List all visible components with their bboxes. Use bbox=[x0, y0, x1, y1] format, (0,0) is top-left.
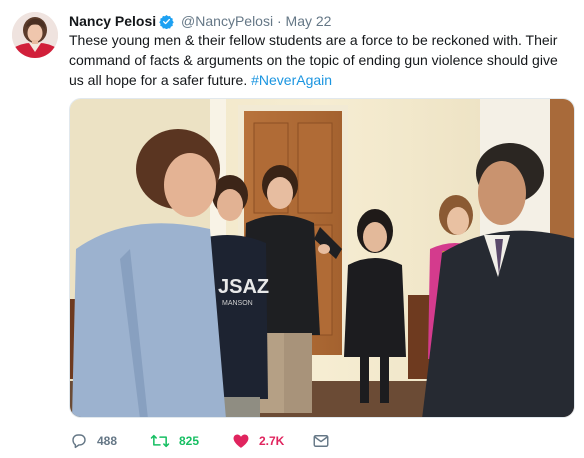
avatar-image bbox=[12, 12, 58, 58]
shirt-print-small: MANSON bbox=[222, 300, 253, 307]
tweet-text-fragment: us all hope for a safer future. bbox=[69, 72, 248, 88]
retweet-count: 825 bbox=[179, 434, 200, 448]
tweet-text: These young men & their fellow students … bbox=[69, 30, 577, 90]
photo-scene: JSAZ MANSON bbox=[70, 99, 574, 417]
tweet-date[interactable]: May 22 bbox=[286, 13, 332, 29]
like-count: 2.7K bbox=[259, 434, 285, 448]
tweet-text-line: These young men & their fellow students … bbox=[69, 32, 558, 48]
header-separator: · bbox=[276, 13, 282, 29]
avatar[interactable] bbox=[12, 12, 58, 58]
heart-icon bbox=[233, 434, 249, 448]
verified-badge-icon bbox=[159, 14, 174, 29]
tweet-text-line: us all hope for a safer future. #NeverAg… bbox=[69, 70, 577, 90]
direct-message-button[interactable] bbox=[312, 431, 330, 451]
reply-icon bbox=[72, 434, 86, 449]
reply-count: 488 bbox=[97, 434, 118, 448]
like-button[interactable]: 2.7K bbox=[232, 431, 284, 451]
author-name[interactable]: Nancy Pelosi bbox=[69, 13, 156, 29]
retweet-button[interactable]: 825 bbox=[150, 431, 199, 451]
retweet-icon bbox=[150, 434, 170, 448]
tweet-text-line: command of facts & arguments on the topi… bbox=[69, 52, 558, 68]
reply-button[interactable]: 488 bbox=[70, 431, 117, 451]
tweet-header: Nancy Pelosi @NancyPelosi · May 22 bbox=[69, 11, 331, 31]
tweet-photo[interactable]: JSAZ MANSON bbox=[69, 98, 575, 418]
hashtag-link[interactable]: #NeverAgain bbox=[251, 72, 332, 88]
author-handle[interactable]: @NancyPelosi bbox=[181, 13, 273, 29]
envelope-icon bbox=[313, 435, 329, 447]
shirt-print: JSAZ bbox=[218, 276, 269, 298]
